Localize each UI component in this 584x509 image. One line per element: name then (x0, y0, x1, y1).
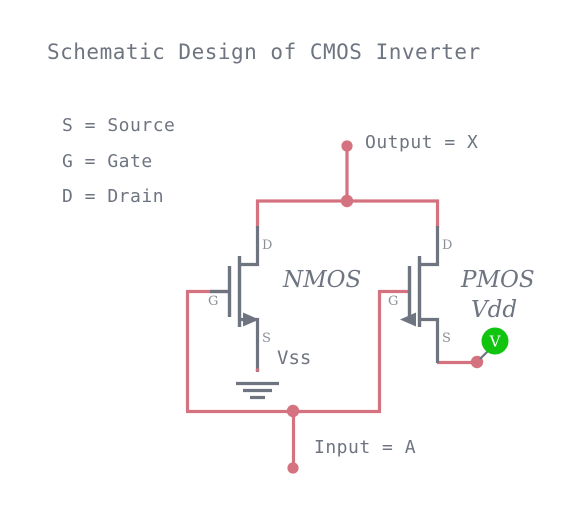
page-title: Schematic Design of CMOS Inverter (47, 40, 481, 64)
nmos-source-lead (241, 317, 260, 372)
voltage-source-label: V (489, 333, 502, 351)
pmos-source-lead (421, 317, 440, 363)
vdd-label: Vdd (471, 297, 517, 323)
vss-node-marker (255, 368, 260, 372)
input-label: Input = A (314, 437, 416, 458)
pmos-label: PMOS (460, 267, 535, 293)
nmos-drain-lead (239, 226, 260, 267)
nmos-label: NMOS (282, 267, 361, 293)
nmos-drain-pin-label: D (262, 238, 272, 253)
legend-item-source: S = Source (62, 115, 175, 136)
pmos-drain-pin-label: D (442, 238, 452, 253)
legend-item-gate: G = Gate (62, 151, 153, 172)
ground-symbol (236, 368, 279, 400)
pmos-transistor: D G S (388, 226, 452, 363)
output-label: Output = X (365, 132, 478, 153)
nmos-source-pin-label: S (262, 331, 271, 346)
schematic-canvas: Schematic Design of CMOS Inverter S = So… (0, 0, 584, 509)
vss-label: Vss (277, 347, 311, 369)
pmos-gate-pin-label: G (388, 294, 398, 309)
input-junction-dot (286, 404, 300, 418)
nmos-gate-pin-label: G (208, 294, 218, 309)
output-net-wires (255, 146, 440, 228)
output-junction-dot (340, 194, 354, 208)
legend-item-drain: D = Drain (62, 186, 164, 207)
nmos-transistor: D G S (208, 226, 272, 372)
cmos-inverter-schematic: Schematic Design of CMOS Inverter S = So… (47, 40, 535, 474)
pmos-drain-lead (419, 226, 440, 267)
voltage-source-marker[interactable]: V (479, 327, 509, 360)
output-terminal-dot[interactable] (341, 140, 353, 152)
input-terminal-dot[interactable] (287, 462, 299, 474)
pmos-source-pin-label: S (442, 331, 451, 346)
